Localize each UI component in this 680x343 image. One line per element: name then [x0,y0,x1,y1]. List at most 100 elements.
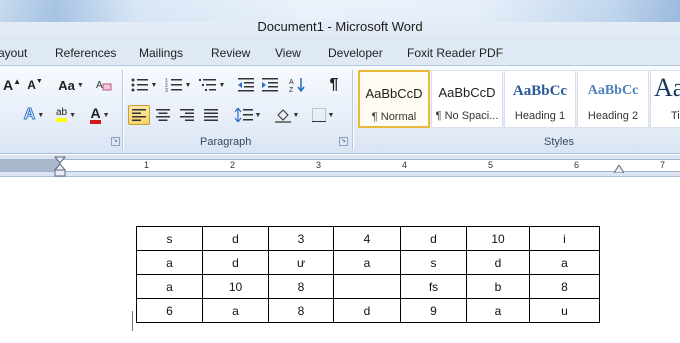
tab-references[interactable]: References [55,46,116,60]
table-cell[interactable]: 8 [268,274,334,299]
tab-review[interactable]: Review [211,46,250,60]
sort-icon: AZ [289,78,305,93]
ruler-number: 7 [660,160,666,170]
font-dialog-launcher[interactable]: ↘ [111,137,120,146]
line-spacing-button[interactable]: ▼ [232,105,264,125]
table-cell[interactable]: d [202,250,269,275]
numbering-icon: 1 2 3 [165,78,182,92]
table-cell[interactable]: 8 [529,274,600,299]
table-cell[interactable]: 6 [136,298,203,323]
table-cell[interactable]: a [136,250,203,275]
table-cell[interactable]: 9 [400,298,467,323]
ruler-number: 3 [316,160,322,170]
table-cell[interactable]: d [466,250,530,275]
table-cell[interactable]: a [466,298,530,323]
style-name: Heading 2 [587,110,639,122]
document-table[interactable]: s d 3 4 d 10 i a d ư a s d a a 10 8 fs b… [136,226,600,323]
table-cell[interactable]: 8 [268,298,334,323]
svg-text:A: A [96,80,103,91]
align-right-button[interactable] [176,105,198,125]
ribbon-tab-row: ayout References Mailings Review View De… [0,40,680,66]
paragraph-dialog-launcher[interactable]: ↘ [339,137,348,146]
text-highlight-button[interactable]: ab ▼ [52,105,80,125]
style-normal[interactable]: AaBbCcD ¶ Normal [358,70,430,128]
borders-button[interactable]: ▼ [308,105,338,125]
tab-view[interactable]: View [275,46,301,60]
style-name: Heading 1 [514,110,566,122]
ruler-margin [0,160,60,171]
table-cell[interactable]: a [529,250,600,275]
shrink-font-button[interactable]: A ▼ [25,75,45,95]
font-color-button[interactable]: A ▼ [86,105,114,125]
clear-formatting-button[interactable]: A [94,75,114,95]
multilevel-list-icon [198,79,216,91]
tab-developer[interactable]: Developer [328,46,383,60]
table-row: a d ư a s d a [136,250,600,275]
align-left-icon [132,109,146,121]
style-title[interactable]: AaB Tit [650,70,680,128]
horizontal-ruler[interactable]: 1 2 3 4 5 6 7 [0,155,680,177]
page-margin-mark [132,311,133,331]
svg-text:3: 3 [165,88,168,92]
svg-text:Z: Z [289,87,294,93]
text-effects-icon: A [23,106,36,124]
change-case-button[interactable]: Aa ▼ [56,75,86,95]
table-cell[interactable]: 3 [268,226,334,251]
bullets-button[interactable]: ▼ [129,75,159,95]
tab-stop-icon[interactable] [614,165,624,173]
table-cell[interactable]: d [400,226,467,251]
decrease-indent-button[interactable] [236,75,256,95]
ruler-number: 6 [574,160,580,170]
indent-marker-icon[interactable] [54,156,66,177]
numbering-button[interactable]: 1 2 3 ▼ [163,75,193,95]
increase-indent-button[interactable] [260,75,280,95]
table-cell[interactable]: 10 [466,226,530,251]
justify-button[interactable] [200,105,222,125]
table-cell[interactable]: i [529,226,600,251]
table-cell[interactable]: d [333,298,401,323]
increase-indent-icon [262,78,278,92]
tab-mailings[interactable]: Mailings [139,46,183,60]
sort-button[interactable]: AZ [287,75,307,95]
table-cell[interactable]: d [202,226,269,251]
shading-button[interactable]: ▼ [272,105,302,125]
title-bar: Document1 - Microsoft Word [0,0,680,40]
style-heading-1[interactable]: AaBbCc Heading 1 [504,70,576,128]
table-cell[interactable]: 10 [202,274,269,299]
show-hide-formatting-button[interactable]: ¶ [324,75,344,95]
table-cell[interactable]: ư [268,250,334,275]
style-sample: AaBbCc [512,83,568,99]
paint-bucket-icon [274,109,291,123]
line-spacing-icon [234,108,253,122]
table-cell[interactable]: a [202,298,269,323]
multilevel-list-button[interactable]: ▼ [197,75,227,95]
table-cell[interactable]: a [333,250,401,275]
style-no-spacing[interactable]: AaBbCcD ¶ No Spaci... [431,70,503,128]
style-heading-2[interactable]: AaBbCc Heading 2 [577,70,649,128]
change-case-icon: Aa [58,77,75,93]
table-cell[interactable] [333,274,401,299]
table-cell[interactable]: b [466,274,530,299]
table-cell[interactable]: u [529,298,600,323]
table-cell[interactable]: 4 [333,226,401,251]
svg-text:A: A [289,79,294,86]
ruler-number: 5 [488,160,494,170]
paragraph-group-label: Paragraph [200,136,252,148]
table-row: 6 a 8 d 9 a u [136,298,600,323]
document-page[interactable]: s d 3 4 d 10 i a d ư a s d a a 10 8 fs b… [0,178,680,343]
table-cell[interactable]: fs [400,274,467,299]
highlighter-icon: ab [55,108,68,122]
text-effects-button[interactable]: A ▼ [22,105,46,125]
ruler-number: 4 [402,160,408,170]
align-center-button[interactable] [152,105,174,125]
align-left-button[interactable] [128,105,150,125]
clear-formatting-icon: A [96,80,112,91]
table-row: a 10 8 fs b 8 [136,274,600,299]
table-cell[interactable]: s [136,226,203,251]
table-cell[interactable]: a [136,274,203,299]
grow-font-button[interactable]: A ▲ [2,75,22,95]
table-cell[interactable]: s [400,250,467,275]
decrease-indent-icon [238,78,254,92]
tab-page-layout[interactable]: ayout [0,46,27,60]
tab-foxit-reader-pdf[interactable]: Foxit Reader PDF [407,46,503,60]
